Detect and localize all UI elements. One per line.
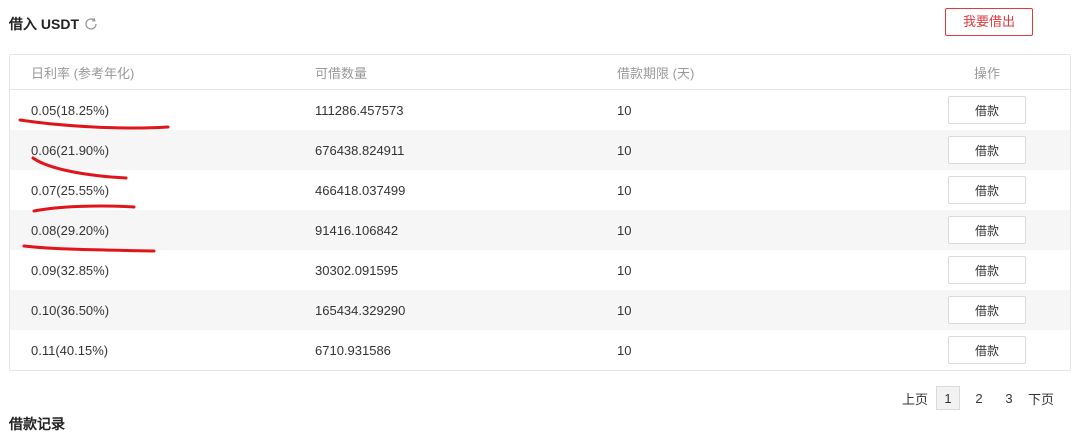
amount-cell: 6710.931586: [315, 342, 391, 358]
rate-cell: 0.06(21.90%): [31, 142, 110, 158]
action-cell: 借款: [948, 170, 1026, 210]
rate-cell: 0.08(29.20%): [31, 222, 110, 238]
column-header-action: 操作: [973, 65, 1000, 81]
rate-cell: 0.07(25.55%): [31, 182, 110, 198]
borrow-button[interactable]: 借款: [948, 336, 1026, 364]
term-cell: 10: [617, 182, 632, 198]
page-button-3[interactable]: 3: [998, 387, 1020, 409]
refresh-icon[interactable]: [83, 16, 99, 32]
action-cell: 借款: [948, 130, 1026, 170]
column-header-term: 借款期限 (天): [617, 65, 695, 81]
rate-cell: 0.05(18.25%): [31, 102, 110, 118]
table-row: 0.08(29.20%) 91416.106842 10 借款: [10, 210, 1070, 250]
pagination: 上页 1 2 3 下页: [894, 386, 1054, 410]
column-header-amount: 可借数量: [315, 65, 368, 81]
term-cell: 10: [617, 222, 632, 238]
borrow-button[interactable]: 借款: [948, 296, 1026, 324]
term-cell: 10: [617, 142, 632, 158]
term-cell: 10: [617, 262, 632, 278]
rate-cell: 0.09(32.85%): [31, 262, 110, 278]
term-cell: 10: [617, 302, 632, 318]
table-header-row: 日利率 (参考年化) 可借数量 借款期限 (天) 操作: [10, 55, 1070, 90]
action-cell: 借款: [948, 330, 1026, 370]
next-page-link[interactable]: 下页: [1028, 389, 1054, 408]
page-button-2[interactable]: 2: [968, 387, 990, 409]
table-row: 0.07(25.55%) 466418.037499 10 借款: [10, 170, 1070, 210]
action-cell: 借款: [948, 250, 1026, 290]
term-cell: 10: [617, 342, 632, 358]
page-button-1[interactable]: 1: [935, 386, 960, 410]
action-cell: 借款: [948, 90, 1026, 130]
action-cell: 借款: [948, 290, 1026, 330]
borrow-table: 日利率 (参考年化) 可借数量 借款期限 (天) 操作 0.05(18.25%)…: [9, 54, 1071, 371]
amount-cell: 91416.106842: [315, 222, 399, 238]
page-title: 借入 USDT: [9, 14, 99, 34]
amount-cell: 30302.091595: [315, 262, 399, 278]
rate-cell: 0.10(36.50%): [31, 302, 110, 318]
amount-cell: 466418.037499: [315, 182, 406, 198]
borrow-records-title: 借款记录: [9, 416, 65, 432]
page-header: 借入 USDT 我要借出: [9, 0, 1071, 46]
borrow-button[interactable]: 借款: [948, 136, 1026, 164]
term-cell: 10: [617, 102, 632, 118]
borrow-button[interactable]: 借款: [948, 176, 1026, 204]
table-row: 0.05(18.25%) 111286.457573 10 借款: [10, 90, 1070, 130]
amount-cell: 676438.824911: [315, 142, 405, 158]
table-row: 0.11(40.15%) 6710.931586 10 借款: [10, 330, 1070, 370]
table-row: 0.06(21.90%) 676438.824911 10 借款: [10, 130, 1070, 170]
table-row: 0.10(36.50%) 165434.329290 10 借款: [10, 290, 1070, 330]
prev-page-link[interactable]: 上页: [902, 389, 928, 408]
rate-cell: 0.11(40.15%): [31, 342, 109, 358]
amount-cell: 111286.457573: [315, 102, 404, 118]
borrow-button[interactable]: 借款: [948, 96, 1026, 124]
lend-out-button[interactable]: 我要借出: [945, 8, 1033, 36]
borrow-button[interactable]: 借款: [948, 216, 1026, 244]
column-header-rate: 日利率 (参考年化): [31, 65, 135, 81]
action-cell: 借款: [948, 210, 1026, 250]
borrow-button[interactable]: 借款: [948, 256, 1026, 284]
amount-cell: 165434.329290: [315, 302, 406, 318]
page-title-text: 借入 USDT: [9, 16, 79, 32]
table-row: 0.09(32.85%) 30302.091595 10 借款: [10, 250, 1070, 290]
